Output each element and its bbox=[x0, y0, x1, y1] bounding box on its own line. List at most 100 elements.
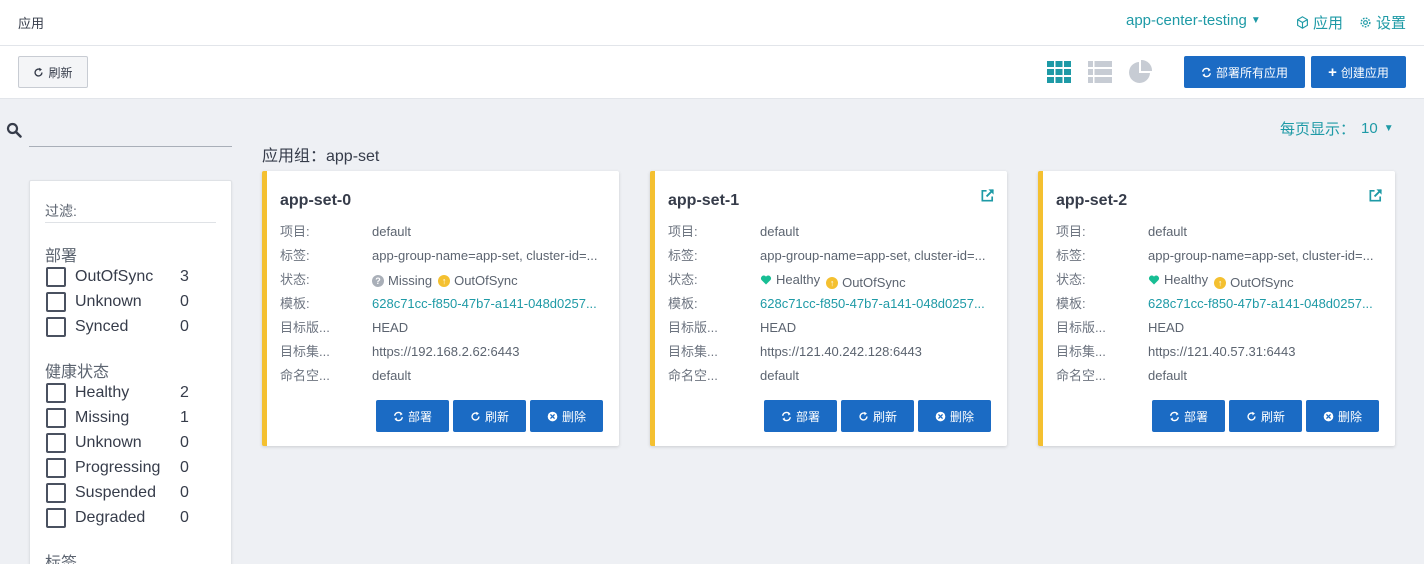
field-value: HEAD bbox=[760, 320, 797, 335]
sync-label: OutOfSync bbox=[454, 273, 518, 288]
sync-button[interactable]: 部署 bbox=[1152, 400, 1225, 432]
field-value: default bbox=[760, 368, 800, 383]
delete-button[interactable]: 删除 bbox=[918, 400, 991, 432]
app-name[interactable]: app-set-1 bbox=[668, 192, 739, 210]
list-icon[interactable] bbox=[1087, 60, 1113, 84]
field-label: 状态: bbox=[668, 272, 698, 287]
checkbox[interactable] bbox=[46, 267, 66, 287]
filter-count: 2 bbox=[180, 384, 189, 401]
caret-down-icon: ▼ bbox=[1250, 15, 1261, 26]
checkbox[interactable] bbox=[46, 458, 66, 478]
app-field-template: 模板: 628c71cc-f850-47b7-a141-048d0257... bbox=[668, 295, 1006, 313]
checkbox[interactable] bbox=[46, 383, 66, 403]
filter-divider bbox=[45, 222, 216, 223]
field-value: default bbox=[1148, 224, 1188, 239]
filter-label: Degraded bbox=[75, 509, 146, 526]
sync-all-label: 部署所有应用 bbox=[1215, 65, 1288, 80]
search-icon bbox=[6, 122, 22, 138]
pie-chart-icon[interactable] bbox=[1127, 60, 1153, 84]
field-value: default bbox=[372, 368, 412, 383]
field-value[interactable]: 628c71cc-f850-47b7-a141-048d0257... bbox=[760, 295, 1005, 313]
delete-label: 删除 bbox=[949, 409, 974, 424]
refresh-label: 刷新 bbox=[484, 409, 509, 424]
filter-health-suspended[interactable]: Suspended 0 bbox=[46, 482, 200, 504]
filter-sync-outofsync[interactable]: OutOfSync 3 bbox=[46, 266, 200, 288]
delete-button[interactable]: 删除 bbox=[530, 400, 603, 432]
app-card[interactable]: app-set-2 项目: default 标签: app-group-name=app… bbox=[1038, 171, 1395, 446]
refresh-label: 刷新 bbox=[48, 65, 73, 80]
filter-health-degraded[interactable]: Degraded 0 bbox=[46, 507, 200, 529]
sync-label: 部署 bbox=[407, 409, 432, 424]
top-header: 应用 app-center-testing ▼ 应用 设置 bbox=[0, 0, 1424, 46]
field-value: app-group-name=app-set, cluster-id=... bbox=[760, 248, 986, 263]
search-input[interactable] bbox=[29, 118, 232, 147]
nav-apps[interactable]: 应用 bbox=[1296, 12, 1343, 33]
sync-button[interactable]: 部署 bbox=[376, 400, 449, 432]
external-link-icon[interactable] bbox=[980, 188, 995, 203]
field-label: 命名空... bbox=[1056, 368, 1106, 383]
delete-label: 删除 bbox=[561, 409, 586, 424]
app-field-namespace: 命名空... default bbox=[280, 367, 618, 385]
field-label: 模板: bbox=[1056, 296, 1086, 311]
app-field-status: 状态: Healthy ↑ OutOfSync bbox=[1056, 271, 1394, 289]
app-field-project: 项目: default bbox=[668, 223, 1006, 241]
app-card[interactable]: app-set-1 项目: default 标签: app-group-name=app… bbox=[650, 171, 1007, 446]
field-value: HEAD bbox=[372, 320, 409, 335]
field-value: https://121.40.57.31:6443 bbox=[1148, 344, 1296, 359]
filter-count: 0 bbox=[180, 434, 189, 451]
filter-health-missing[interactable]: Missing 1 bbox=[46, 407, 200, 429]
sync-label: 部署 bbox=[1183, 409, 1208, 424]
field-label: 标签: bbox=[668, 248, 698, 263]
filter-health-progressing[interactable]: Progressing 0 bbox=[46, 457, 200, 479]
refresh-button[interactable]: 刷新 bbox=[453, 400, 526, 432]
filter-sync-synced[interactable]: Synced 0 bbox=[46, 316, 200, 338]
filter-label: Missing bbox=[75, 409, 130, 426]
field-label: 命名空... bbox=[668, 368, 718, 383]
field-label: 标签: bbox=[1056, 248, 1086, 263]
field-value: default bbox=[760, 224, 800, 239]
checkbox[interactable] bbox=[46, 317, 66, 337]
create-app-button[interactable]: + 创建应用 bbox=[1311, 56, 1406, 88]
close-circle-icon bbox=[935, 411, 946, 422]
close-circle-icon bbox=[547, 411, 558, 422]
checkbox[interactable] bbox=[46, 292, 66, 312]
app-card[interactable]: app-set-0 项目: default 标签: app-group-name=app… bbox=[262, 171, 619, 446]
filter-health-unknown[interactable]: Unknown 0 bbox=[46, 432, 200, 454]
checkbox[interactable] bbox=[46, 508, 66, 528]
refresh-icon bbox=[858, 411, 869, 422]
field-label: 目标版... bbox=[668, 320, 718, 335]
app-field-target-cluster: 目标集... https://121.40.242.128:6443 bbox=[668, 343, 1006, 361]
delete-button[interactable]: 删除 bbox=[1306, 400, 1379, 432]
refresh-button[interactable]: 刷新 bbox=[1229, 400, 1302, 432]
field-label: 目标集... bbox=[668, 344, 718, 359]
nav-settings[interactable]: 设置 bbox=[1359, 12, 1406, 33]
field-value: HEAD bbox=[1148, 320, 1185, 335]
field-value[interactable]: 628c71cc-f850-47b7-a141-048d0257... bbox=[1148, 295, 1393, 313]
app-name[interactable]: app-set-2 bbox=[1056, 192, 1127, 210]
tiles-icon[interactable] bbox=[1046, 60, 1072, 84]
page-title: 应用 bbox=[18, 16, 45, 31]
health-status: Healthy bbox=[760, 271, 820, 289]
filter-health-healthy[interactable]: Healthy 2 bbox=[46, 382, 200, 404]
context-selector[interactable]: app-center-testing ▼ bbox=[1126, 12, 1261, 29]
create-app-label: 创建应用 bbox=[1340, 65, 1389, 80]
refresh-label: 刷新 bbox=[872, 409, 897, 424]
filter-count: 0 bbox=[180, 484, 189, 501]
filter-sync-unknown[interactable]: Unknown 0 bbox=[46, 291, 200, 313]
health-filter-title: 健康状态 bbox=[45, 364, 110, 381]
filter-count: 3 bbox=[180, 268, 189, 285]
field-value[interactable]: 628c71cc-f850-47b7-a141-048d0257... bbox=[372, 295, 617, 313]
checkbox[interactable] bbox=[46, 483, 66, 503]
question-icon: ? bbox=[372, 275, 384, 287]
sync-button[interactable]: 部署 bbox=[764, 400, 837, 432]
sync-label: OutOfSync bbox=[842, 275, 906, 289]
checkbox[interactable] bbox=[46, 408, 66, 428]
refresh-button[interactable]: 刷新 bbox=[18, 56, 88, 88]
external-link-icon[interactable] bbox=[1368, 188, 1383, 203]
sync-all-button[interactable]: 部署所有应用 bbox=[1184, 56, 1305, 88]
app-name[interactable]: app-set-0 bbox=[280, 192, 351, 210]
delete-label: 删除 bbox=[1337, 409, 1362, 424]
refresh-button[interactable]: 刷新 bbox=[841, 400, 914, 432]
checkbox[interactable] bbox=[46, 433, 66, 453]
page-size-selector[interactable]: 每页显示： 10 ▼ bbox=[1280, 118, 1394, 139]
